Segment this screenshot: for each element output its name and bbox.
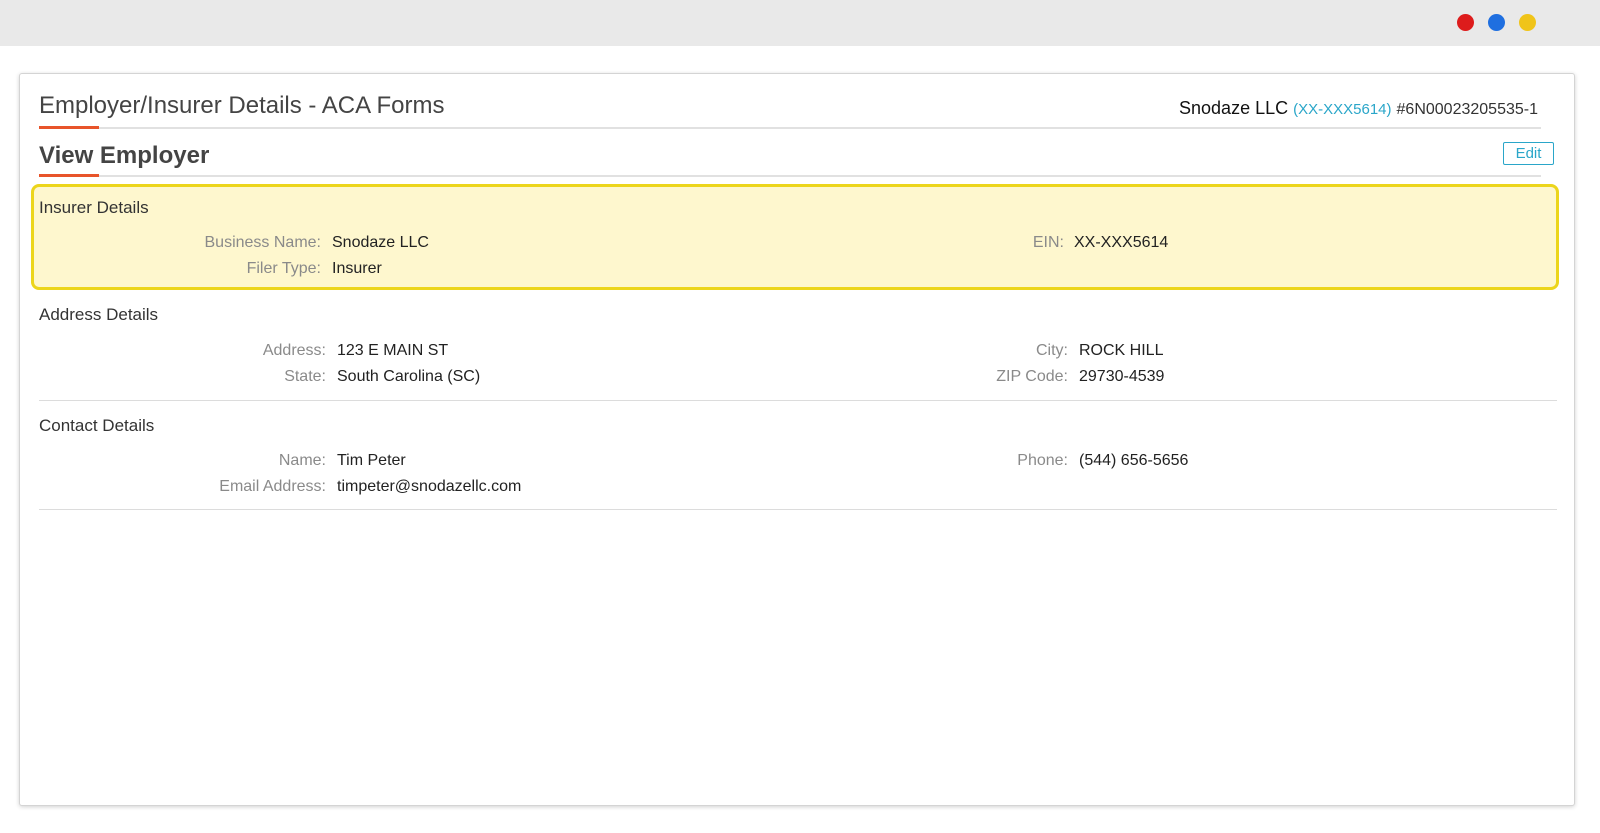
view-title: View Employer (39, 142, 210, 169)
address-details-section: Address Details Address: 123 E MAIN ST S… (31, 291, 1559, 401)
state-value: South Carolina (SC) (337, 368, 481, 385)
state-label: State: (284, 368, 326, 385)
window-top-bar (0, 0, 1600, 46)
insurer-details-title: Insurer Details (39, 198, 149, 217)
title-divider (39, 127, 1541, 129)
email-label: Email Address: (219, 478, 326, 495)
business-name-value: Snodaze LLC (332, 234, 429, 251)
section-divider (39, 509, 1557, 510)
ein-value: XX-XXX5614 (1074, 234, 1169, 251)
business-name-label: Business Name: (204, 234, 322, 251)
filer-type-value: Insurer (332, 260, 382, 277)
zip-value: 29730-4539 (1079, 368, 1165, 385)
ein-label: EIN: (1032, 234, 1064, 251)
insurer-details-section: Insurer Details Business Name: Snodaze L… (31, 184, 1559, 290)
contact-name-label: Name: (278, 452, 326, 469)
edit-button[interactable]: Edit (1503, 142, 1554, 165)
contact-details-title: Contact Details (39, 416, 155, 435)
city-value: ROCK HILL (1079, 342, 1164, 359)
view-divider (39, 175, 1541, 177)
view-accent (39, 174, 99, 177)
title-accent (39, 126, 99, 129)
filer-type-label: Filer Type: (246, 260, 321, 277)
company-name: Snodaze LLC (1179, 98, 1289, 118)
page-title: Employer/Insurer Details - ACA Forms (39, 92, 445, 119)
contact-details-section: Contact Details Name: Tim Peter Email Ad… (31, 402, 1559, 510)
address-details-title: Address Details (39, 305, 159, 324)
company-ein: (XX-XXX5614) (1293, 101, 1392, 118)
email-value: timpeter@snodazellc.com (337, 478, 522, 495)
company-summary: Snodaze LLC (XX-XXX5614) #6N00023205535-… (1179, 98, 1538, 119)
address-label: Address: (262, 342, 326, 359)
city-label: City: (1036, 342, 1068, 359)
phone-value: (544) 656-5656 (1079, 452, 1189, 469)
window-maximize-dot[interactable] (1519, 14, 1536, 31)
zip-label: ZIP Code: (996, 368, 1068, 385)
company-account-number: #6N00023205535-1 (1396, 101, 1538, 118)
window-minimize-dot[interactable] (1488, 14, 1505, 31)
address-value: 123 E MAIN ST (337, 342, 449, 359)
employer-panel: Employer/Insurer Details - ACA Forms Sno… (19, 73, 1575, 806)
window-close-dot[interactable] (1457, 14, 1474, 31)
contact-name-value: Tim Peter (337, 452, 406, 469)
phone-label: Phone: (1017, 452, 1068, 469)
section-divider (39, 400, 1557, 401)
